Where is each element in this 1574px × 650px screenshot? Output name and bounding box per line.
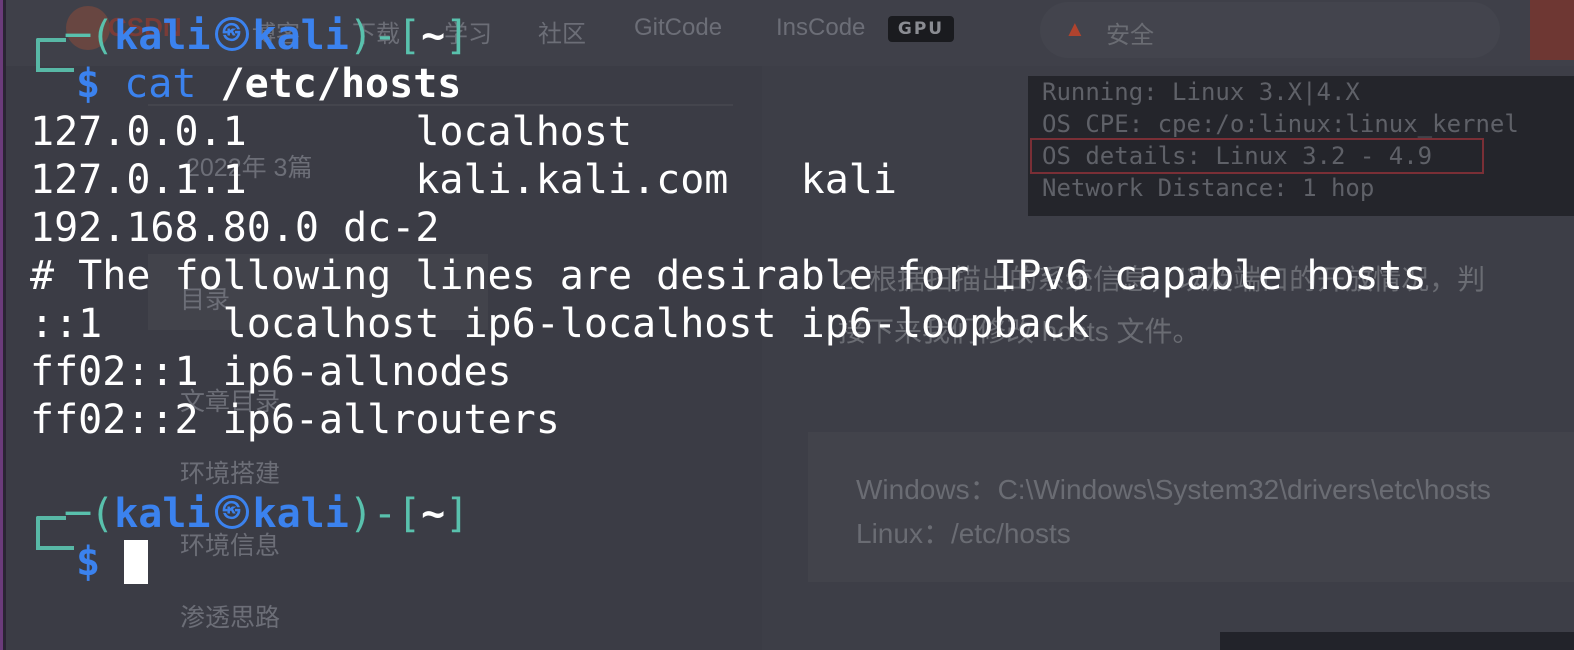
prompt-line: ─(kali ㉿ kali)-[~] xyxy=(66,13,470,59)
command-name: cat xyxy=(124,61,197,107)
prompt-user: kali xyxy=(114,13,211,59)
prompt-symbol: $ xyxy=(76,61,101,107)
command-line: $ cat /etc/hosts xyxy=(76,60,461,108)
command-arg: /etc/hosts xyxy=(220,61,462,107)
kali-at-icon: ㉿ xyxy=(214,495,249,529)
prompt-dir: ~ xyxy=(421,491,446,537)
output-line: 192.168.80.0 dc-2 xyxy=(30,205,440,251)
prompt-host: kali xyxy=(252,13,349,59)
prompt-corner-bottom xyxy=(36,532,74,550)
kali-at-icon: ㉿ xyxy=(214,17,249,51)
output-line: ff02::1 ip6-allnodes xyxy=(30,349,512,395)
prompt-dir: ~ xyxy=(421,13,446,59)
output-line: 127.0.0.1 localhost xyxy=(30,109,633,155)
prompt-host: kali xyxy=(252,491,349,537)
prompt-corner-bottom xyxy=(36,54,74,72)
output-line: 127.0.1.1 kali.kali.com kali xyxy=(30,157,897,203)
terminal[interactable]: ─(kali ㉿ kali)-[~] $ cat /etc/hosts 127.0.… xyxy=(0,0,1574,650)
prompt-user: kali xyxy=(114,491,211,537)
prompt-line: ─(kali ㉿ kali)-[~] xyxy=(66,491,470,537)
output-line: ::1 localhost ip6-localhost ip6-loopback xyxy=(30,301,1090,347)
text-cursor xyxy=(124,540,149,584)
input-line[interactable]: $ xyxy=(76,538,149,586)
output-line: # The following lines are desirable for … xyxy=(30,253,1427,299)
prompt-symbol: $ xyxy=(76,539,101,585)
output-line: ff02::2 ip6-allrouters xyxy=(30,397,560,443)
